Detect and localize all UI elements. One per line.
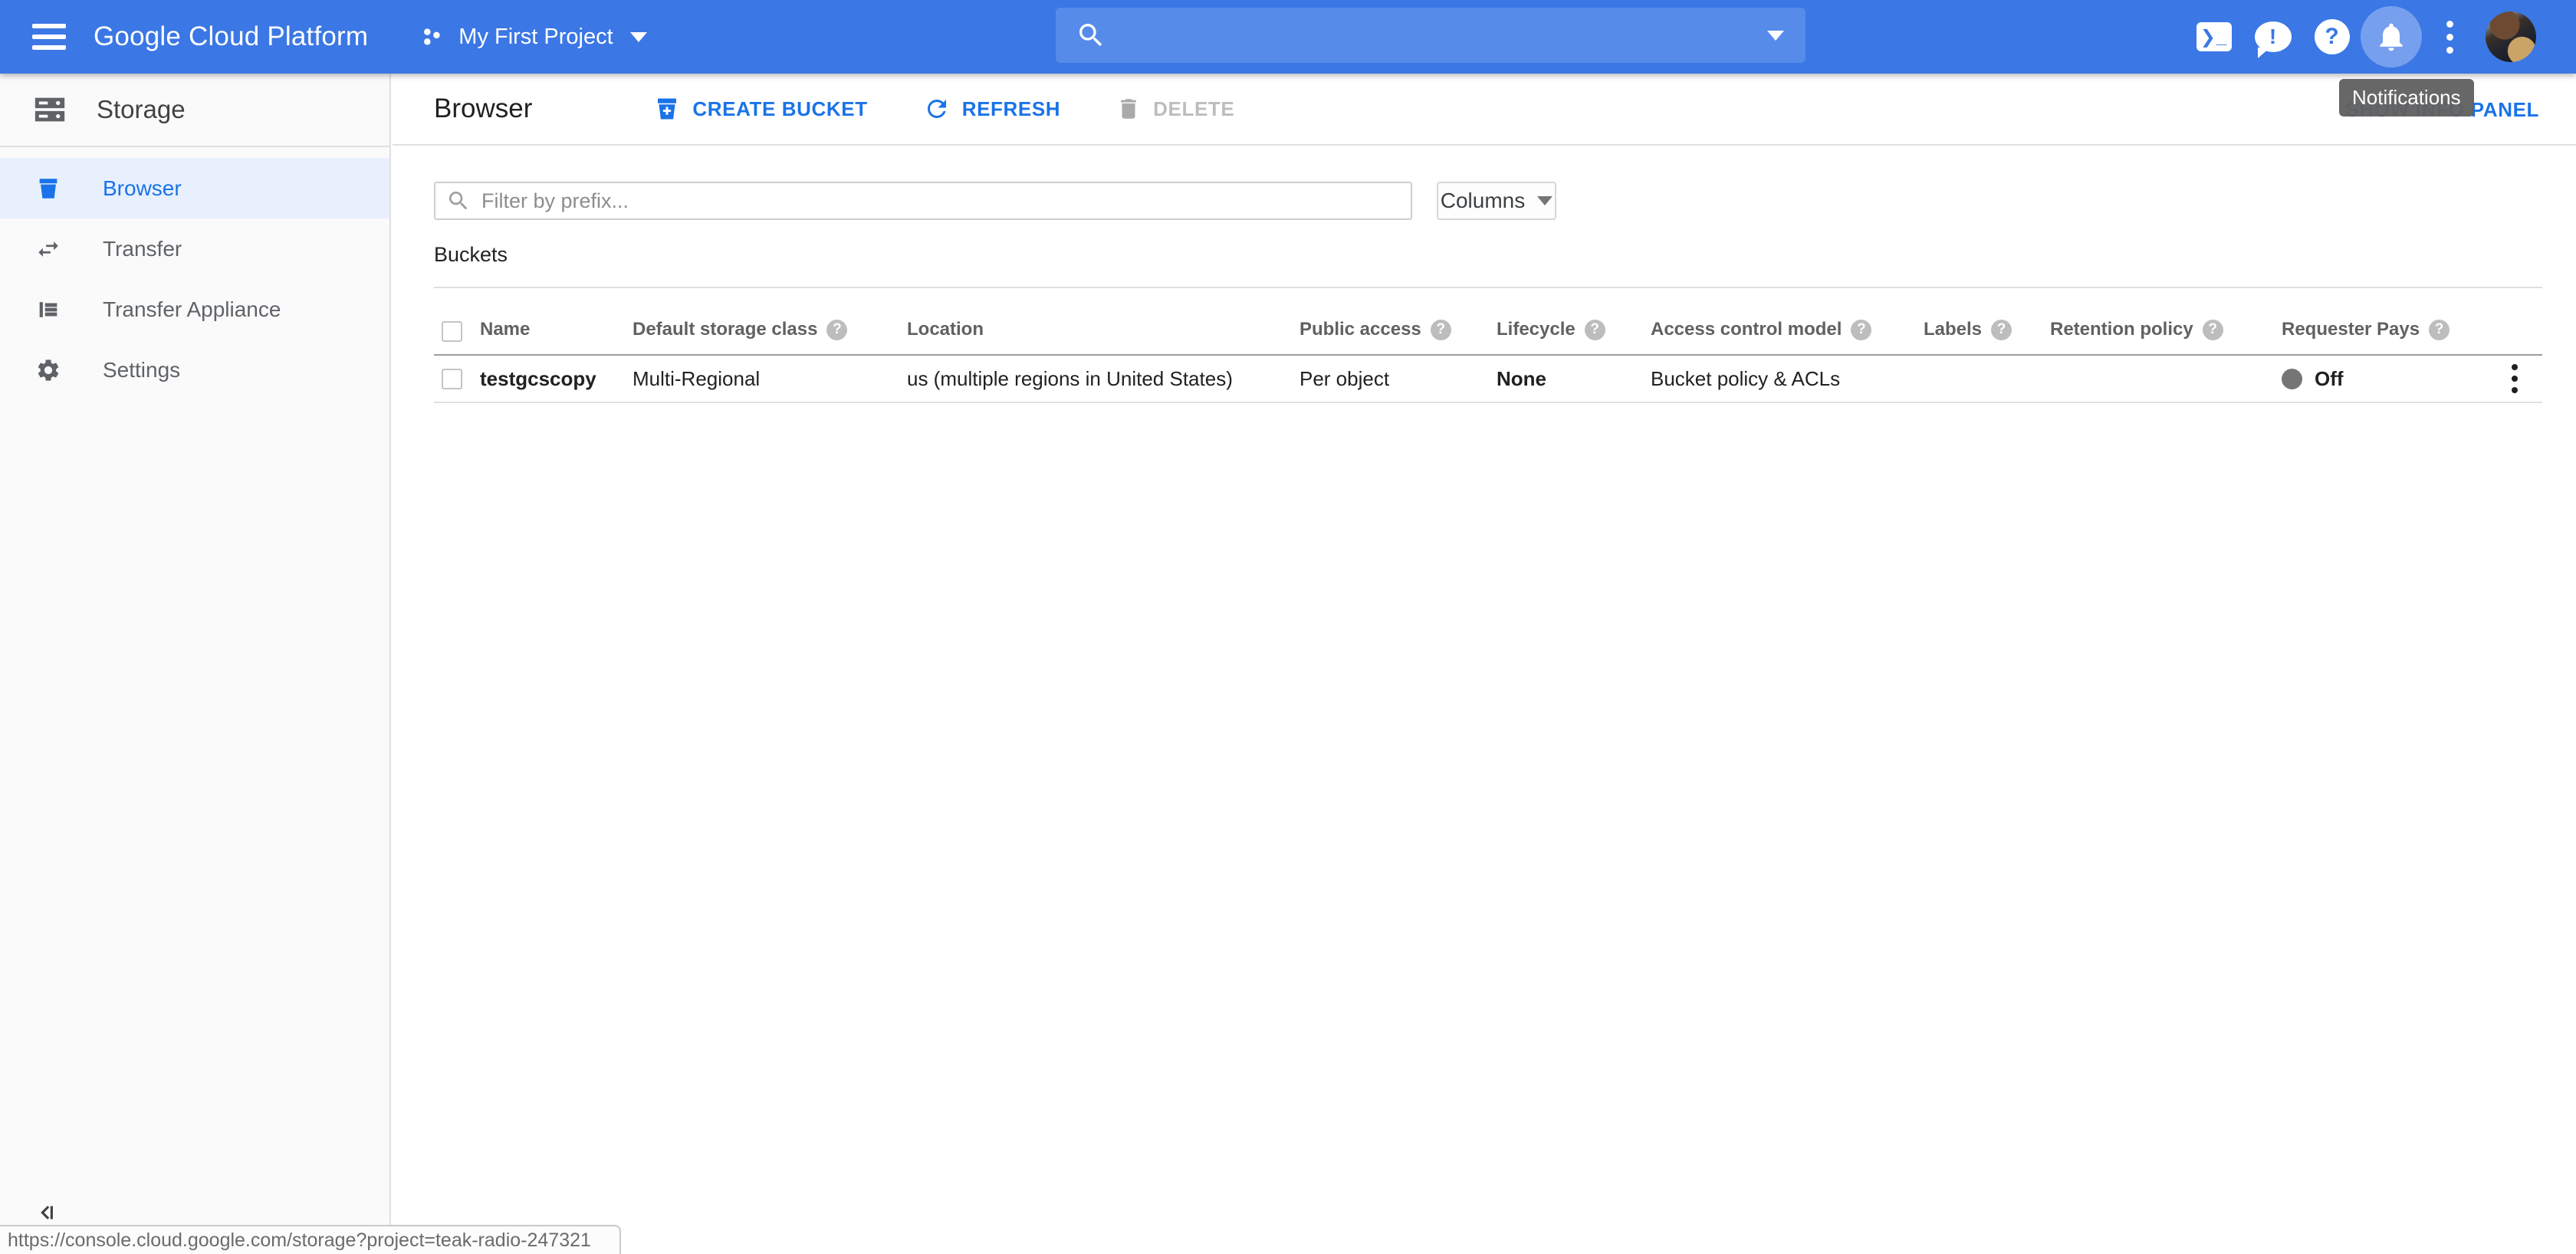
chevron-down-icon — [1537, 196, 1552, 205]
cell-access-control: Bucket policy & ACLs — [1651, 367, 1924, 391]
sidebar-item-label: Settings — [103, 358, 180, 382]
hamburger-menu-icon[interactable] — [32, 24, 66, 50]
help-icon[interactable]: ? — [1991, 320, 2012, 340]
cloud-shell-button[interactable]: ❯_ — [2184, 0, 2243, 74]
project-icon — [419, 24, 445, 50]
sidebar-item-settings[interactable]: Settings — [0, 340, 389, 400]
product-logo[interactable]: Google Cloud Platform — [94, 21, 368, 52]
column-header-location: Location — [907, 319, 1300, 354]
help-icon[interactable]: ? — [2429, 320, 2450, 340]
search-bar[interactable] — [1056, 8, 1806, 63]
page-toolbar: Browser CREATE BUCKET REFRESH DELETE — [393, 74, 2576, 146]
column-header-access-control: Access control model ? — [1651, 319, 1924, 354]
top-app-bar: Google Cloud Platform My First Project ❯… — [0, 0, 2576, 74]
notifications-tooltip: Notifications — [2339, 79, 2474, 117]
sidebar: Storage Browser Transfer Transfer Applia… — [0, 74, 391, 1254]
column-header-name: Name — [480, 319, 632, 354]
storage-product-icon — [32, 92, 67, 127]
sidebar-title: Storage — [97, 95, 186, 124]
feedback-icon: ! — [2255, 21, 2292, 52]
notifications-button[interactable] — [2361, 0, 2420, 74]
create-bucket-button[interactable]: CREATE BUCKET — [653, 95, 867, 123]
help-icon[interactable]: ? — [1431, 320, 1451, 340]
create-bucket-icon — [653, 95, 681, 123]
cell-requester-pays: Off — [2282, 367, 2489, 391]
bucket-icon — [35, 176, 61, 202]
refresh-button[interactable]: REFRESH — [923, 95, 1060, 123]
sidebar-item-transfer-appliance[interactable]: Transfer Appliance — [0, 279, 389, 340]
columns-button[interactable]: Columns — [1437, 182, 1556, 220]
cell-storage-class: Multi-Regional — [632, 367, 907, 391]
table-row[interactable]: testgcscopy Multi-Regional us (multiple … — [434, 356, 2542, 403]
cell-public-access: Per object — [1300, 367, 1497, 391]
page-title: Browser — [434, 94, 532, 124]
chevron-down-icon — [630, 32, 647, 42]
more-options-button[interactable] — [2420, 0, 2479, 74]
sidebar-item-label: Transfer Appliance — [103, 297, 281, 322]
row-checkbox[interactable] — [442, 369, 462, 389]
sidebar-header: Storage — [0, 74, 389, 147]
cell-location: us (multiple regions in United States) — [907, 367, 1300, 391]
column-header-requester-pays: Requester Pays ? — [2282, 319, 2489, 354]
column-header-lifecycle: Lifecycle ? — [1497, 319, 1651, 354]
transfer-appliance-icon — [35, 297, 61, 323]
delete-button[interactable]: DELETE — [1116, 96, 1234, 122]
filter-by-prefix-input[interactable] — [481, 184, 1411, 218]
trash-icon — [1116, 96, 1142, 122]
filter-field[interactable] — [434, 182, 1412, 220]
column-header-labels: Labels ? — [1924, 319, 2050, 354]
help-icon[interactable]: ? — [1851, 320, 1871, 340]
help-icon[interactable]: ? — [1585, 320, 1605, 340]
buckets-table: Name Default storage class ? Location Pu… — [434, 287, 2542, 403]
row-actions-kebab-icon[interactable] — [2499, 364, 2530, 393]
main-content: Browser CREATE BUCKET REFRESH DELETE — [393, 74, 2576, 1254]
feedback-button[interactable]: ! — [2243, 0, 2302, 74]
collapse-icon — [34, 1200, 60, 1226]
cloud-shell-icon: ❯_ — [2196, 22, 2232, 51]
column-header-public-access: Public access ? — [1300, 319, 1497, 354]
sidebar-item-browser[interactable]: Browser — [0, 158, 389, 218]
help-icon: ? — [2315, 19, 2350, 54]
sidebar-item-label: Transfer — [103, 237, 182, 261]
help-icon[interactable]: ? — [826, 320, 847, 340]
filter-row: Columns — [434, 182, 2576, 220]
avatar[interactable] — [2486, 11, 2536, 62]
columns-label: Columns — [1441, 189, 1525, 213]
search-dropdown-caret-icon[interactable] — [1767, 31, 1784, 41]
column-header-storage-class: Default storage class ? — [632, 319, 907, 354]
gear-icon — [35, 357, 61, 383]
project-selector[interactable]: My First Project — [419, 24, 646, 50]
kebab-icon — [2446, 21, 2453, 54]
sidebar-item-transfer[interactable]: Transfer — [0, 218, 389, 279]
delete-label: DELETE — [1153, 97, 1234, 121]
transfer-icon — [35, 236, 61, 262]
buckets-section-label: Buckets — [434, 243, 2576, 267]
help-button[interactable]: ? — [2302, 0, 2361, 74]
status-dot-icon — [2282, 369, 2302, 389]
table-header-row: Name Default storage class ? Location Pu… — [434, 288, 2542, 356]
cell-lifecycle: None — [1497, 367, 1651, 391]
search-icon — [446, 189, 471, 213]
sidebar-item-label: Browser — [103, 176, 182, 201]
column-header-retention-policy: Retention policy ? — [2050, 319, 2282, 354]
topbar-actions: ❯_ ! ? — [2184, 0, 2536, 74]
status-bar-url: https://console.cloud.google.com/storage… — [0, 1225, 621, 1254]
cell-bucket-name[interactable]: testgcscopy — [480, 367, 632, 391]
refresh-icon — [923, 95, 951, 123]
project-name: My First Project — [458, 25, 613, 50]
select-all-checkbox[interactable] — [442, 321, 462, 342]
create-bucket-label: CREATE BUCKET — [692, 97, 867, 121]
global-search-input[interactable] — [1106, 18, 1806, 52]
gcp-console: Google Cloud Platform My First Project ❯… — [0, 0, 2576, 1254]
sidebar-nav: Browser Transfer Transfer Appliance Sett… — [0, 147, 389, 400]
bell-icon — [2374, 20, 2408, 54]
refresh-label: REFRESH — [962, 97, 1060, 121]
help-icon[interactable]: ? — [2203, 320, 2223, 340]
search-icon — [1076, 20, 1106, 51]
